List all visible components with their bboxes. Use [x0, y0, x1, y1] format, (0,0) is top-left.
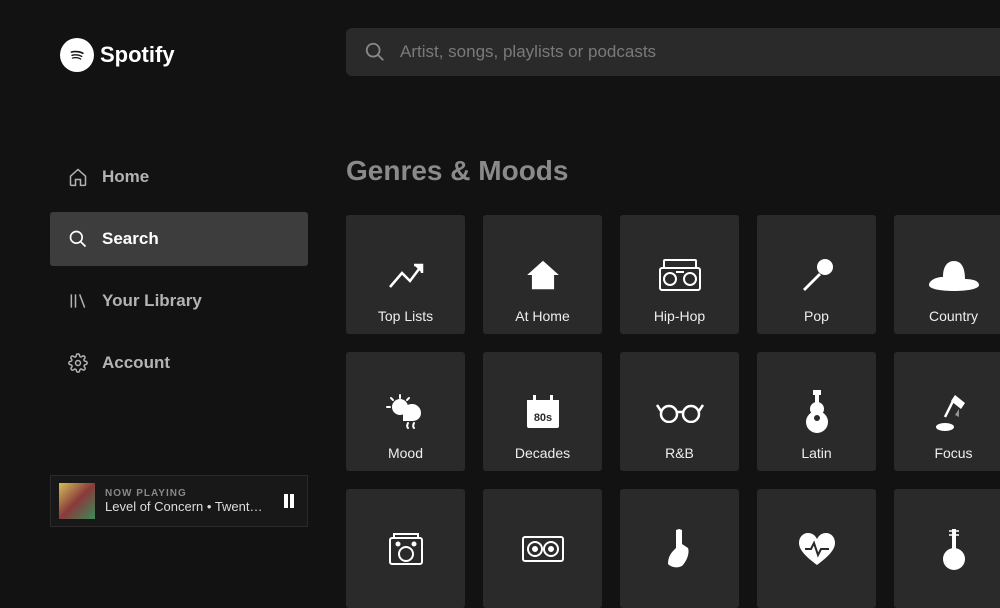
sidebar-item-label: Home	[102, 167, 149, 187]
guitar-acoustic-icon	[803, 390, 831, 434]
genre-card[interactable]	[894, 489, 1000, 608]
genre-card[interactable]	[483, 489, 602, 608]
sidebar-item-home[interactable]: Home	[50, 150, 308, 204]
amp-icon	[388, 527, 424, 571]
search-input[interactable]	[400, 42, 982, 62]
card-label: Pop	[804, 308, 829, 324]
brand-logo: Spotify	[60, 38, 175, 72]
sidebar-item-account[interactable]: Account	[50, 336, 308, 390]
card-label: Hip-Hop	[654, 308, 705, 324]
card-label: Mood	[388, 445, 423, 461]
sunglasses-icon	[656, 390, 704, 434]
gear-icon	[68, 353, 88, 373]
sidebar-nav: Home Search Your Library Account	[50, 150, 308, 398]
brand-name: Spotify	[100, 42, 175, 68]
sidebar-item-label: Account	[102, 353, 170, 373]
genre-card[interactable]	[757, 489, 876, 608]
house-icon	[524, 253, 562, 297]
boombox-icon	[658, 253, 702, 297]
sidebar-item-label: Search	[102, 229, 159, 249]
card-label: Focus	[934, 445, 972, 461]
search-bar[interactable]	[346, 28, 1000, 76]
album-art	[59, 483, 95, 519]
weather-icon	[384, 390, 428, 434]
genre-card-pop[interactable]: Pop	[757, 215, 876, 334]
home-icon	[68, 167, 88, 187]
svg-text:80s: 80s	[533, 412, 551, 424]
card-label: Country	[929, 308, 978, 324]
now-playing-label: NOW PLAYING	[105, 488, 269, 499]
genre-card-latin[interactable]: Latin	[757, 352, 876, 471]
guitar-electric-icon	[665, 527, 695, 571]
genre-card-focus[interactable]: Focus	[894, 352, 1000, 471]
card-label: Latin	[801, 445, 831, 461]
cowboy-hat-icon	[927, 253, 981, 297]
main-content: Genres & Moods Top Lists At Home Hip-Hop…	[346, 155, 1000, 608]
genre-card-rnb[interactable]: R&B	[620, 352, 739, 471]
search-icon	[68, 229, 88, 249]
card-label: At Home	[515, 308, 569, 324]
pause-button[interactable]	[279, 491, 299, 511]
sidebar-item-search[interactable]: Search	[50, 212, 308, 266]
heart-pulse-icon	[797, 527, 837, 571]
genre-card-at-home[interactable]: At Home	[483, 215, 602, 334]
desk-lamp-icon	[935, 390, 973, 434]
sidebar-item-library[interactable]: Your Library	[50, 274, 308, 328]
microphone-icon	[797, 253, 837, 297]
pause-icon	[283, 494, 295, 508]
genre-card-hip-hop[interactable]: Hip-Hop	[620, 215, 739, 334]
genre-card-country[interactable]: Country	[894, 215, 1000, 334]
instrument-icon	[941, 527, 967, 571]
genre-card[interactable]	[346, 489, 465, 608]
genre-card-decades[interactable]: 80s Decades	[483, 352, 602, 471]
section-title: Genres & Moods	[346, 155, 1000, 187]
search-icon	[364, 41, 386, 63]
calendar-80s-icon: 80s	[523, 390, 563, 434]
trend-up-icon	[386, 253, 426, 297]
spotify-icon	[60, 38, 94, 72]
genre-card[interactable]	[620, 489, 739, 608]
sidebar-item-label: Your Library	[102, 291, 202, 311]
genre-grid: Top Lists At Home Hip-Hop Pop Country Mo…	[346, 215, 1000, 608]
card-label: R&B	[665, 445, 694, 461]
card-label: Top Lists	[378, 308, 433, 324]
now-playing-title: Level of Concern • Twenty One P...	[105, 499, 269, 514]
now-playing-bar[interactable]: NOW PLAYING Level of Concern • Twenty On…	[50, 475, 308, 527]
turntable-icon	[521, 527, 565, 571]
genre-card-top-lists[interactable]: Top Lists	[346, 215, 465, 334]
now-playing-text: NOW PLAYING Level of Concern • Twenty On…	[105, 488, 269, 514]
library-icon	[68, 291, 88, 311]
card-label: Decades	[515, 445, 570, 461]
genre-card-mood[interactable]: Mood	[346, 352, 465, 471]
